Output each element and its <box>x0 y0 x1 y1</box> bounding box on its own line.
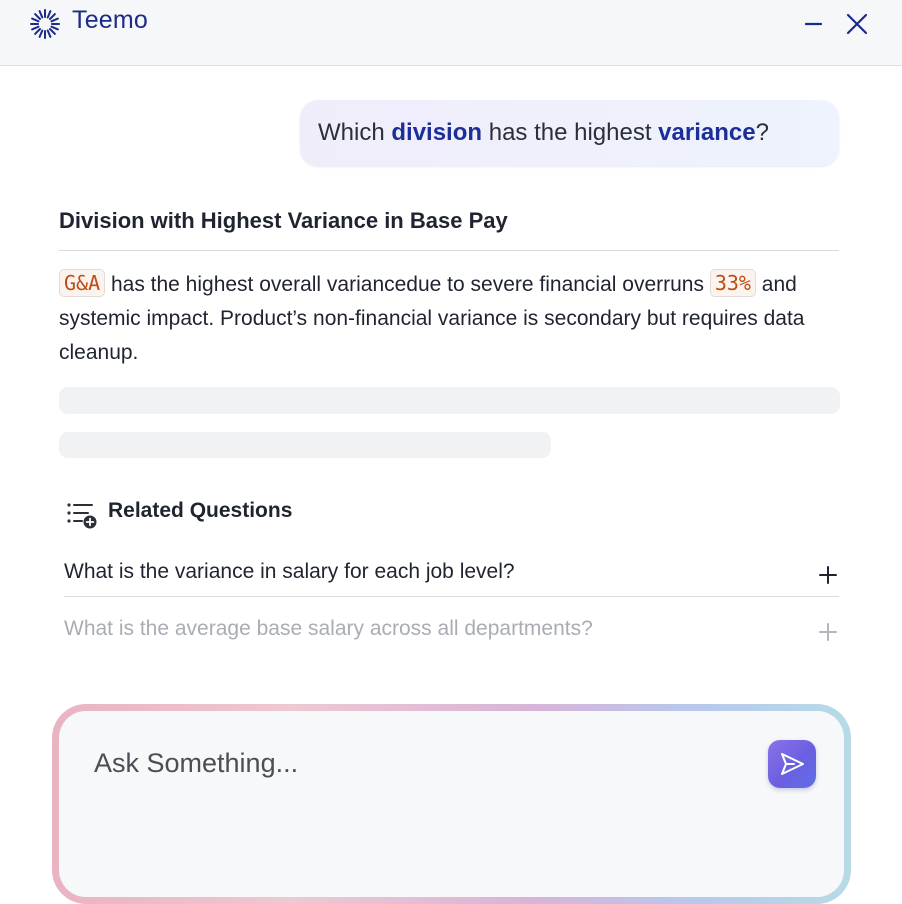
plus-icon[interactable] <box>817 564 839 586</box>
related-question-text: What is the average base salary across a… <box>64 617 593 640</box>
percent-chip: 33% <box>709 269 756 297</box>
minimize-icon <box>804 22 823 26</box>
list-add-icon <box>67 503 97 529</box>
ask-input[interactable] <box>92 747 716 780</box>
user-message-middle: has the highest <box>482 119 659 146</box>
user-message-bubble: Which division has the highest variance? <box>300 100 839 166</box>
ask-box-inner <box>59 711 844 897</box>
related-question-text: What is the variance in salary for each … <box>64 560 515 583</box>
minimize-button[interactable] <box>800 10 828 38</box>
related-question-item[interactable]: What is the variance in salary for each … <box>64 556 839 597</box>
ask-box <box>52 704 851 904</box>
answer-divider <box>59 250 839 251</box>
division-chip: G&A <box>59 269 106 297</box>
loading-skeleton-line <box>59 432 551 458</box>
close-button[interactable] <box>843 10 871 38</box>
answer-body: G&A has the highest overall variancedue … <box>59 268 849 370</box>
user-message-keyword-division: division <box>391 119 483 146</box>
header-bar: Teemo <box>0 0 902 66</box>
user-message-keyword-variance: variance <box>658 119 756 146</box>
app-title: Teemo <box>72 6 149 34</box>
answer-text-part1: has the highest overall variancedue to s… <box>105 273 710 296</box>
user-message-suffix: ? <box>755 119 769 146</box>
sunburst-icon <box>30 9 60 39</box>
user-message-text: Which division has the highest variance? <box>318 119 769 147</box>
related-questions-title: Related Questions <box>108 499 293 522</box>
answer-title: Division with Highest Variance in Base P… <box>59 208 508 233</box>
user-message-prefix: Which <box>318 119 392 146</box>
plus-icon[interactable] <box>817 621 839 643</box>
send-button[interactable] <box>768 740 816 788</box>
related-question-item[interactable]: What is the average base salary across a… <box>64 613 839 653</box>
send-icon <box>781 753 804 775</box>
loading-skeleton-line <box>59 387 840 414</box>
close-icon <box>846 13 868 35</box>
